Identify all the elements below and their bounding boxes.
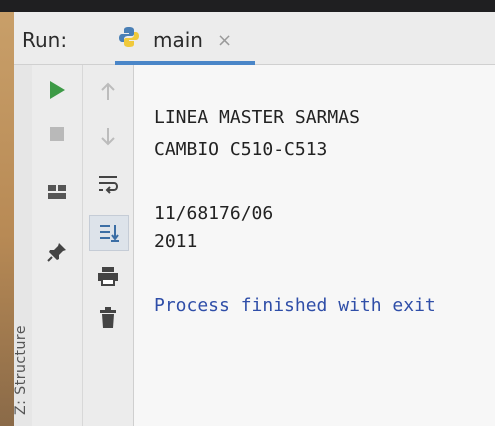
run-left-toolbar bbox=[32, 65, 83, 426]
run-icon[interactable] bbox=[42, 75, 72, 105]
trash-icon[interactable] bbox=[93, 303, 123, 333]
console-line: LINEA MASTER SARMAS bbox=[154, 107, 360, 128]
run-label: Run: bbox=[22, 28, 68, 52]
monitor-bezel bbox=[0, 0, 495, 12]
structure-tab-label: Z: Structure bbox=[12, 325, 29, 415]
scroll-to-end-icon[interactable] bbox=[89, 215, 129, 251]
tab-main[interactable]: main × bbox=[115, 12, 255, 64]
arrow-down-icon[interactable] bbox=[93, 121, 123, 151]
print-icon[interactable] bbox=[93, 261, 123, 291]
console-line: CAMBIO C510-C513 bbox=[154, 139, 328, 160]
process-exit-message: Process finished with exit bbox=[154, 295, 436, 316]
stop-icon[interactable] bbox=[42, 119, 72, 149]
console-output[interactable]: LINEA MASTER SARMAS CAMBIO C510-C513 11/… bbox=[134, 65, 495, 426]
layout-icon[interactable] bbox=[42, 177, 72, 207]
console-line: 11/68176/06 bbox=[154, 203, 274, 224]
console-toolbar bbox=[83, 65, 134, 426]
arrow-up-icon[interactable] bbox=[93, 77, 123, 107]
python-icon bbox=[119, 26, 139, 48]
console-line: 2011 bbox=[154, 231, 198, 252]
soft-wrap-icon[interactable] bbox=[93, 169, 123, 199]
close-icon[interactable]: × bbox=[217, 30, 232, 51]
pin-icon[interactable] bbox=[42, 237, 72, 267]
tab-main-label: main bbox=[153, 28, 203, 52]
